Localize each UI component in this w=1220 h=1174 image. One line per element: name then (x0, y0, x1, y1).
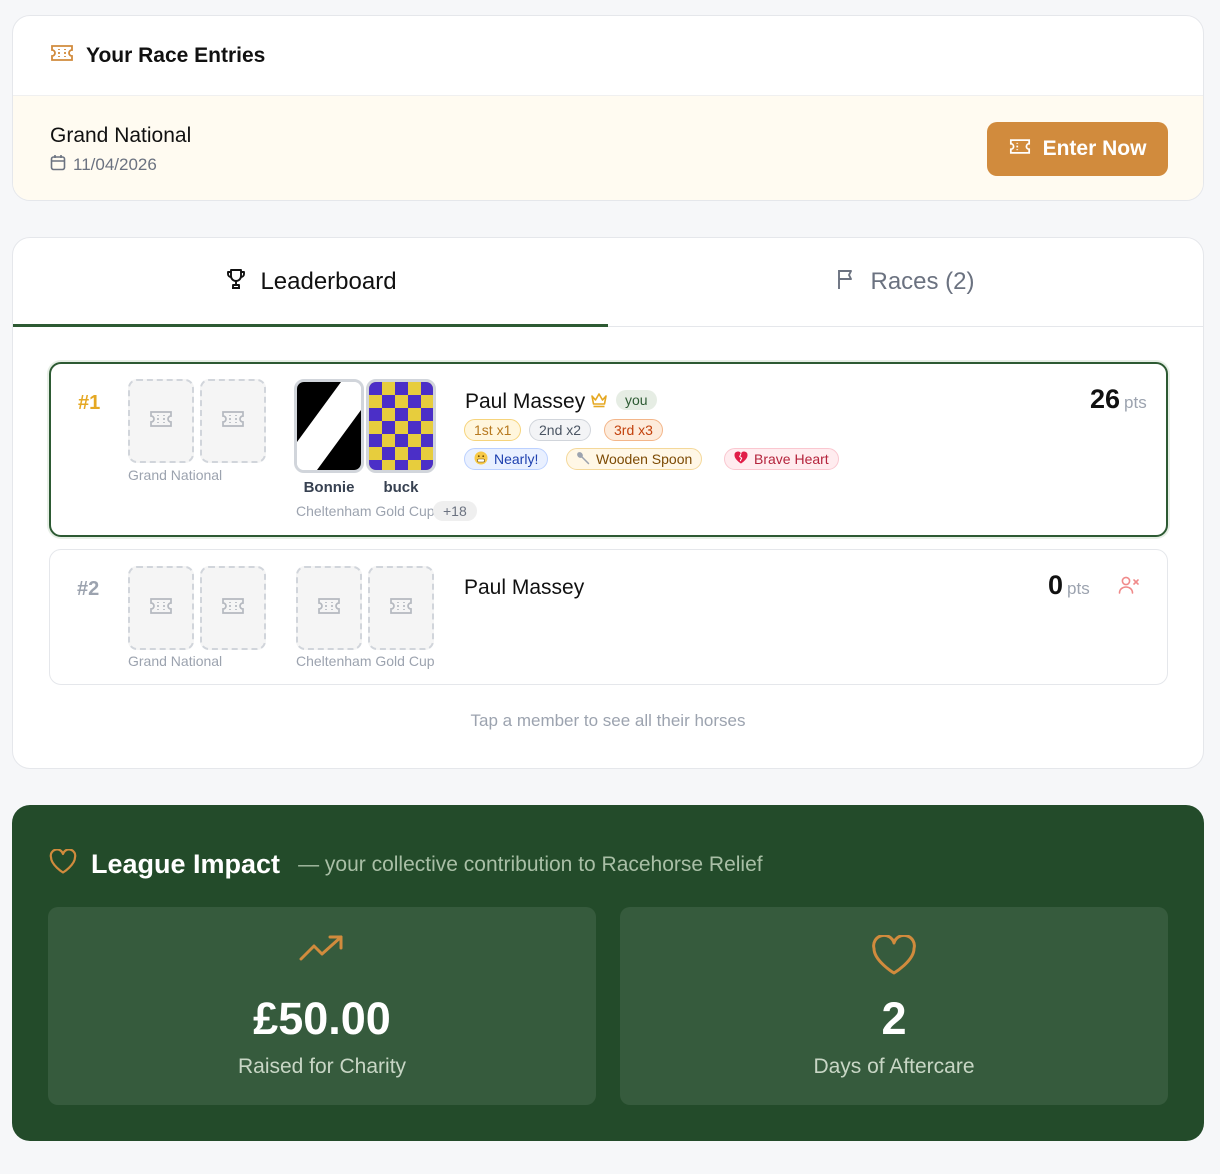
placing-badge-first: 1st x1 (464, 419, 522, 441)
points-unit: pts (1124, 393, 1147, 412)
award-label: Brave Heart (754, 451, 829, 467)
member-name: Paul Massey (465, 390, 586, 413)
horse-name: buck (383, 479, 419, 496)
empty-horse-slot (128, 566, 194, 650)
member-row[interactable]: #2 Grand National Cheltenham Gold Cup Pa… (49, 549, 1168, 685)
race-entry-date-text: 11/04/2026 (73, 155, 157, 174)
stat-label: Days of Aftercare (813, 1055, 975, 1078)
empty-horse-slot (296, 566, 362, 650)
award-badge-wooden-spoon: Wooden Spoon (566, 448, 703, 470)
ticket-icon (221, 410, 245, 433)
league-impact-header: League Impact — your collective contribu… (49, 848, 763, 880)
empty-horse-slot (200, 379, 266, 463)
enter-now-label: Enter Now (1042, 137, 1147, 160)
race-label: Cheltenham Gold Cup (296, 503, 435, 519)
broken-heart-icon (734, 451, 748, 467)
trending-up-icon (299, 933, 345, 968)
more-horses-badge[interactable]: +18 (433, 501, 477, 521)
stat-value: 2 (881, 993, 907, 1044)
enter-now-button[interactable]: Enter Now (987, 122, 1168, 176)
points-number: 26 (1090, 384, 1121, 414)
grimace-emoji-icon (474, 451, 488, 468)
ticket-icon (317, 597, 341, 620)
heart-icon (49, 848, 77, 880)
placing-badge-third: 3rd x3 (604, 419, 663, 441)
points-unit: pts (1067, 579, 1090, 598)
points-number: 0 (1048, 570, 1064, 600)
award-badge-nearly: Nearly! (464, 448, 549, 470)
stat-value: £50.00 (253, 993, 391, 1044)
empty-horse-slot (128, 379, 194, 463)
race-entry-date: 11/04/2026 (50, 154, 157, 176)
award-badge-brave-heart: Brave Heart (724, 448, 839, 470)
placing-badge-second: 2nd x2 (529, 419, 592, 441)
rank-label: #2 (77, 578, 100, 600)
award-label: Nearly! (494, 451, 539, 467)
race-entries-title: Your Race Entries (86, 43, 266, 67)
tab-leaderboard[interactable]: Leaderboard (13, 238, 608, 327)
race-entries-header: Your Race Entries (13, 16, 1203, 96)
you-badge: you (616, 390, 657, 410)
stat-days-of-aftercare: 2 Days of Aftercare (620, 907, 1168, 1105)
ticket-icon (149, 597, 173, 620)
league-impact-card: League Impact — your collective contribu… (12, 805, 1204, 1141)
points-value: 26 pts (1090, 384, 1147, 415)
tab-races-label: Races (2) (870, 268, 975, 295)
ticket-icon (1009, 137, 1031, 161)
trophy-icon (224, 267, 248, 298)
ticket-icon (389, 597, 413, 620)
ticket-icon (221, 597, 245, 620)
remove-member-icon[interactable] (1118, 575, 1140, 600)
member-row[interactable]: #1 Grand National Bonnie buck Cheltenham… (49, 362, 1168, 537)
horse-silk-bonnie[interactable] (294, 379, 364, 473)
member-name: Paul Massey (464, 576, 585, 599)
race-entry-row: Grand National 11/04/2026 Enter Now (13, 96, 1203, 200)
ticket-icon (149, 410, 173, 433)
calendar-icon (50, 154, 73, 176)
tab-races[interactable]: Races (2) (608, 238, 1203, 326)
stat-label: Raised for Charity (237, 1055, 407, 1078)
tab-leaderboard-label: Leaderboard (260, 268, 397, 295)
points-value: 0 pts (1048, 570, 1090, 601)
flag-icon (836, 267, 858, 298)
race-entries-card: Your Race Entries Grand National 11/04/2… (12, 15, 1204, 201)
empty-horse-slot (368, 566, 434, 650)
race-label: Grand National (128, 653, 223, 669)
tab-bar: Leaderboard Races (2) (13, 238, 1203, 327)
race-label: Cheltenham Gold Cup (296, 653, 435, 669)
crown-icon (590, 392, 608, 413)
leaderboard-card: Leaderboard Races (2) #1 Grand National (12, 237, 1204, 769)
empty-horse-slot (200, 566, 266, 650)
horse-silk-buck[interactable] (366, 379, 436, 473)
rank-label: #1 (78, 392, 101, 414)
league-impact-title: League Impact (91, 849, 281, 879)
stat-raised-for-charity: £50.00 Raised for Charity (48, 907, 596, 1105)
league-impact-subtitle: — your collective contribution to Raceho… (298, 852, 763, 876)
spoon-icon (576, 451, 590, 468)
horse-name: Bonnie (303, 479, 355, 496)
race-label: Grand National (128, 467, 223, 483)
heart-icon (871, 933, 917, 982)
leaderboard-hint: Tap a member to see all their horses (470, 711, 746, 730)
ticket-icon (50, 44, 74, 67)
race-entry-name: Grand National (50, 124, 192, 147)
award-label: Wooden Spoon (596, 451, 693, 467)
